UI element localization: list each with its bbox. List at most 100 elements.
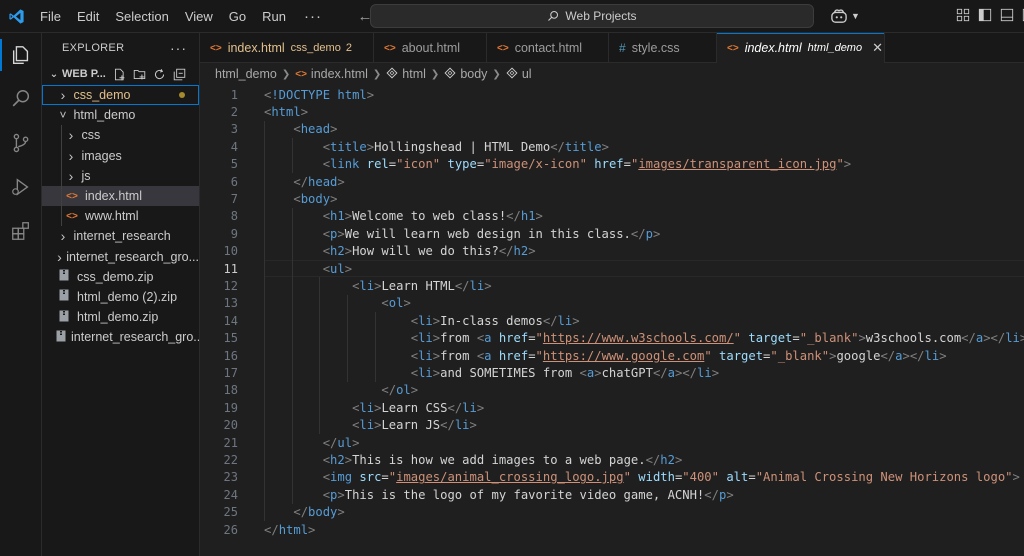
tab-about-html[interactable]: <> about.html <box>374 33 487 63</box>
breadcrumb-item[interactable]: ❯ html <box>368 66 426 82</box>
folder-item[interactable]: › internet_research <box>42 226 199 246</box>
folder-item[interactable]: › css_demo <box>42 85 199 106</box>
code-token: < <box>322 244 331 259</box>
run-and-debug-icon[interactable] <box>0 165 42 209</box>
more-actions-icon[interactable]: ··· <box>170 40 187 56</box>
code-token: > <box>939 348 947 363</box>
menu-selection[interactable]: Selection <box>107 0 176 33</box>
code-line: 3 <head> <box>200 121 1024 138</box>
code-line: 1 <!DOCTYPE html> <box>200 86 1024 103</box>
menu-run[interactable]: Run <box>254 0 294 33</box>
breadcrumb-item[interactable]: ❯ ul <box>487 66 532 82</box>
file-item[interactable]: <> index.html <box>42 185 199 207</box>
line-number: 7 <box>230 192 238 207</box>
code-token: > <box>1012 470 1020 485</box>
folder-item[interactable]: › js <box>42 166 199 186</box>
refresh-icon[interactable] <box>152 66 168 82</box>
folder-item[interactable]: › internet_research_gro... <box>42 247 199 267</box>
more-menu-icon[interactable]: ··· <box>294 0 332 33</box>
search-icon[interactable] <box>0 77 42 121</box>
search-label: Web Projects <box>565 9 637 23</box>
collapse-all-icon[interactable] <box>172 66 188 82</box>
code-text: <!DOCTYPE html> <box>264 88 374 102</box>
file-item[interactable]: css_demo.zip <box>42 267 199 287</box>
line-number: 4 <box>230 139 238 154</box>
code-token: https://www.google.com <box>542 348 705 363</box>
file-item[interactable]: internet_research_gro... <box>42 327 199 347</box>
tree-item-label: css_demo <box>73 88 131 103</box>
breadcrumb-item[interactable]: ❯ <> index.html <box>277 67 368 81</box>
breadcrumb-label: html_demo <box>215 67 277 81</box>
line-number: 24 <box>223 487 238 502</box>
file-item[interactable]: html_demo.zip <box>42 307 199 327</box>
chevron-right-icon: › <box>68 147 74 164</box>
code-token: images/transparent_icon.jpg <box>638 157 837 172</box>
zip-file-icon <box>56 289 72 304</box>
tree-item-label: internet_research_gro... <box>71 330 200 345</box>
menu-go[interactable]: Go <box>221 0 254 33</box>
workspace-section-header[interactable]: ⌄ WEB P... <box>42 63 199 85</box>
source-control-icon[interactable] <box>0 121 42 165</box>
explorer-icon[interactable] <box>0 33 42 77</box>
tab-contact-html[interactable]: <> contact.html <box>487 33 609 63</box>
code-token: < <box>410 331 419 346</box>
folder-item[interactable]: ˅ html_demo <box>42 105 199 125</box>
code-token: < <box>322 261 331 276</box>
code-token: </ <box>264 522 279 537</box>
code-token: and SOMETIMES from <box>440 366 580 381</box>
code-token: > <box>344 244 353 259</box>
file-item[interactable]: <> www.html <box>42 206 199 226</box>
code-line: 26 </html> <box>200 521 1024 538</box>
code-token: > <box>308 522 316 537</box>
breadcrumb-label: html <box>402 67 426 81</box>
breadcrumb-item[interactable]: html_demo <box>215 67 277 81</box>
folder-item[interactable]: › css <box>42 125 199 145</box>
tab-label: contact.html <box>514 41 583 55</box>
toggle-sidebar-icon[interactable] <box>978 8 992 22</box>
code-token: < <box>322 139 331 154</box>
code-token: img <box>330 470 353 485</box>
menu-view[interactable]: View <box>177 0 221 33</box>
code-token: href <box>498 331 529 346</box>
menu-edit[interactable]: Edit <box>69 0 107 33</box>
tab-index-html[interactable]: <> index.html css_demo 2 <box>200 33 374 63</box>
code-token: Hollingshead | HTML Demo <box>374 139 551 154</box>
code-token: We will learn web design in this class. <box>344 226 631 241</box>
code-line: 25 </body> <box>200 504 1024 521</box>
tab-index-html[interactable]: <> index.html html_demo ✕ <box>717 33 885 63</box>
customize-layout-icon[interactable] <box>956 8 970 22</box>
line-number: 22 <box>223 453 238 468</box>
folder-item[interactable]: › images <box>42 146 199 166</box>
copilot-icon[interactable]: ▼ <box>830 6 862 26</box>
code-token: > <box>337 174 345 189</box>
code-line: 13 <ol> <box>200 295 1024 312</box>
toggle-panel-icon[interactable] <box>1000 8 1014 22</box>
code-editor[interactable]: 1 <!DOCTYPE html> 2 <html> 3 <head> 4 <title>… <box>200 85 1024 556</box>
close-icon[interactable]: ✕ <box>872 40 883 56</box>
new-folder-icon[interactable] <box>132 66 148 82</box>
file-item[interactable]: html_demo (2).zip <box>42 287 199 307</box>
tab-style-css[interactable]: # style.css <box>609 33 717 63</box>
code-line: 19 <li>Learn CSS</li> <box>200 399 1024 416</box>
menu-file[interactable]: File <box>32 0 69 33</box>
code-token: width <box>638 470 675 485</box>
breadcrumb-label: body <box>460 67 488 81</box>
code-token: = <box>748 470 756 485</box>
code-text: </ol> <box>264 383 418 397</box>
new-file-icon[interactable] <box>112 66 128 82</box>
command-center-search[interactable]: Web Projects <box>370 4 814 28</box>
code-token: ></ <box>902 348 925 363</box>
code-text: </body> <box>264 505 345 520</box>
breadcrumb-item[interactable]: ❯ body <box>426 66 488 82</box>
code-token: < <box>410 313 419 328</box>
chevron-down-icon[interactable]: ▼ <box>851 11 860 21</box>
extensions-icon[interactable] <box>0 209 42 253</box>
code-token: > <box>337 505 345 520</box>
code-token: > <box>476 400 485 415</box>
code-token: > <box>366 139 375 154</box>
